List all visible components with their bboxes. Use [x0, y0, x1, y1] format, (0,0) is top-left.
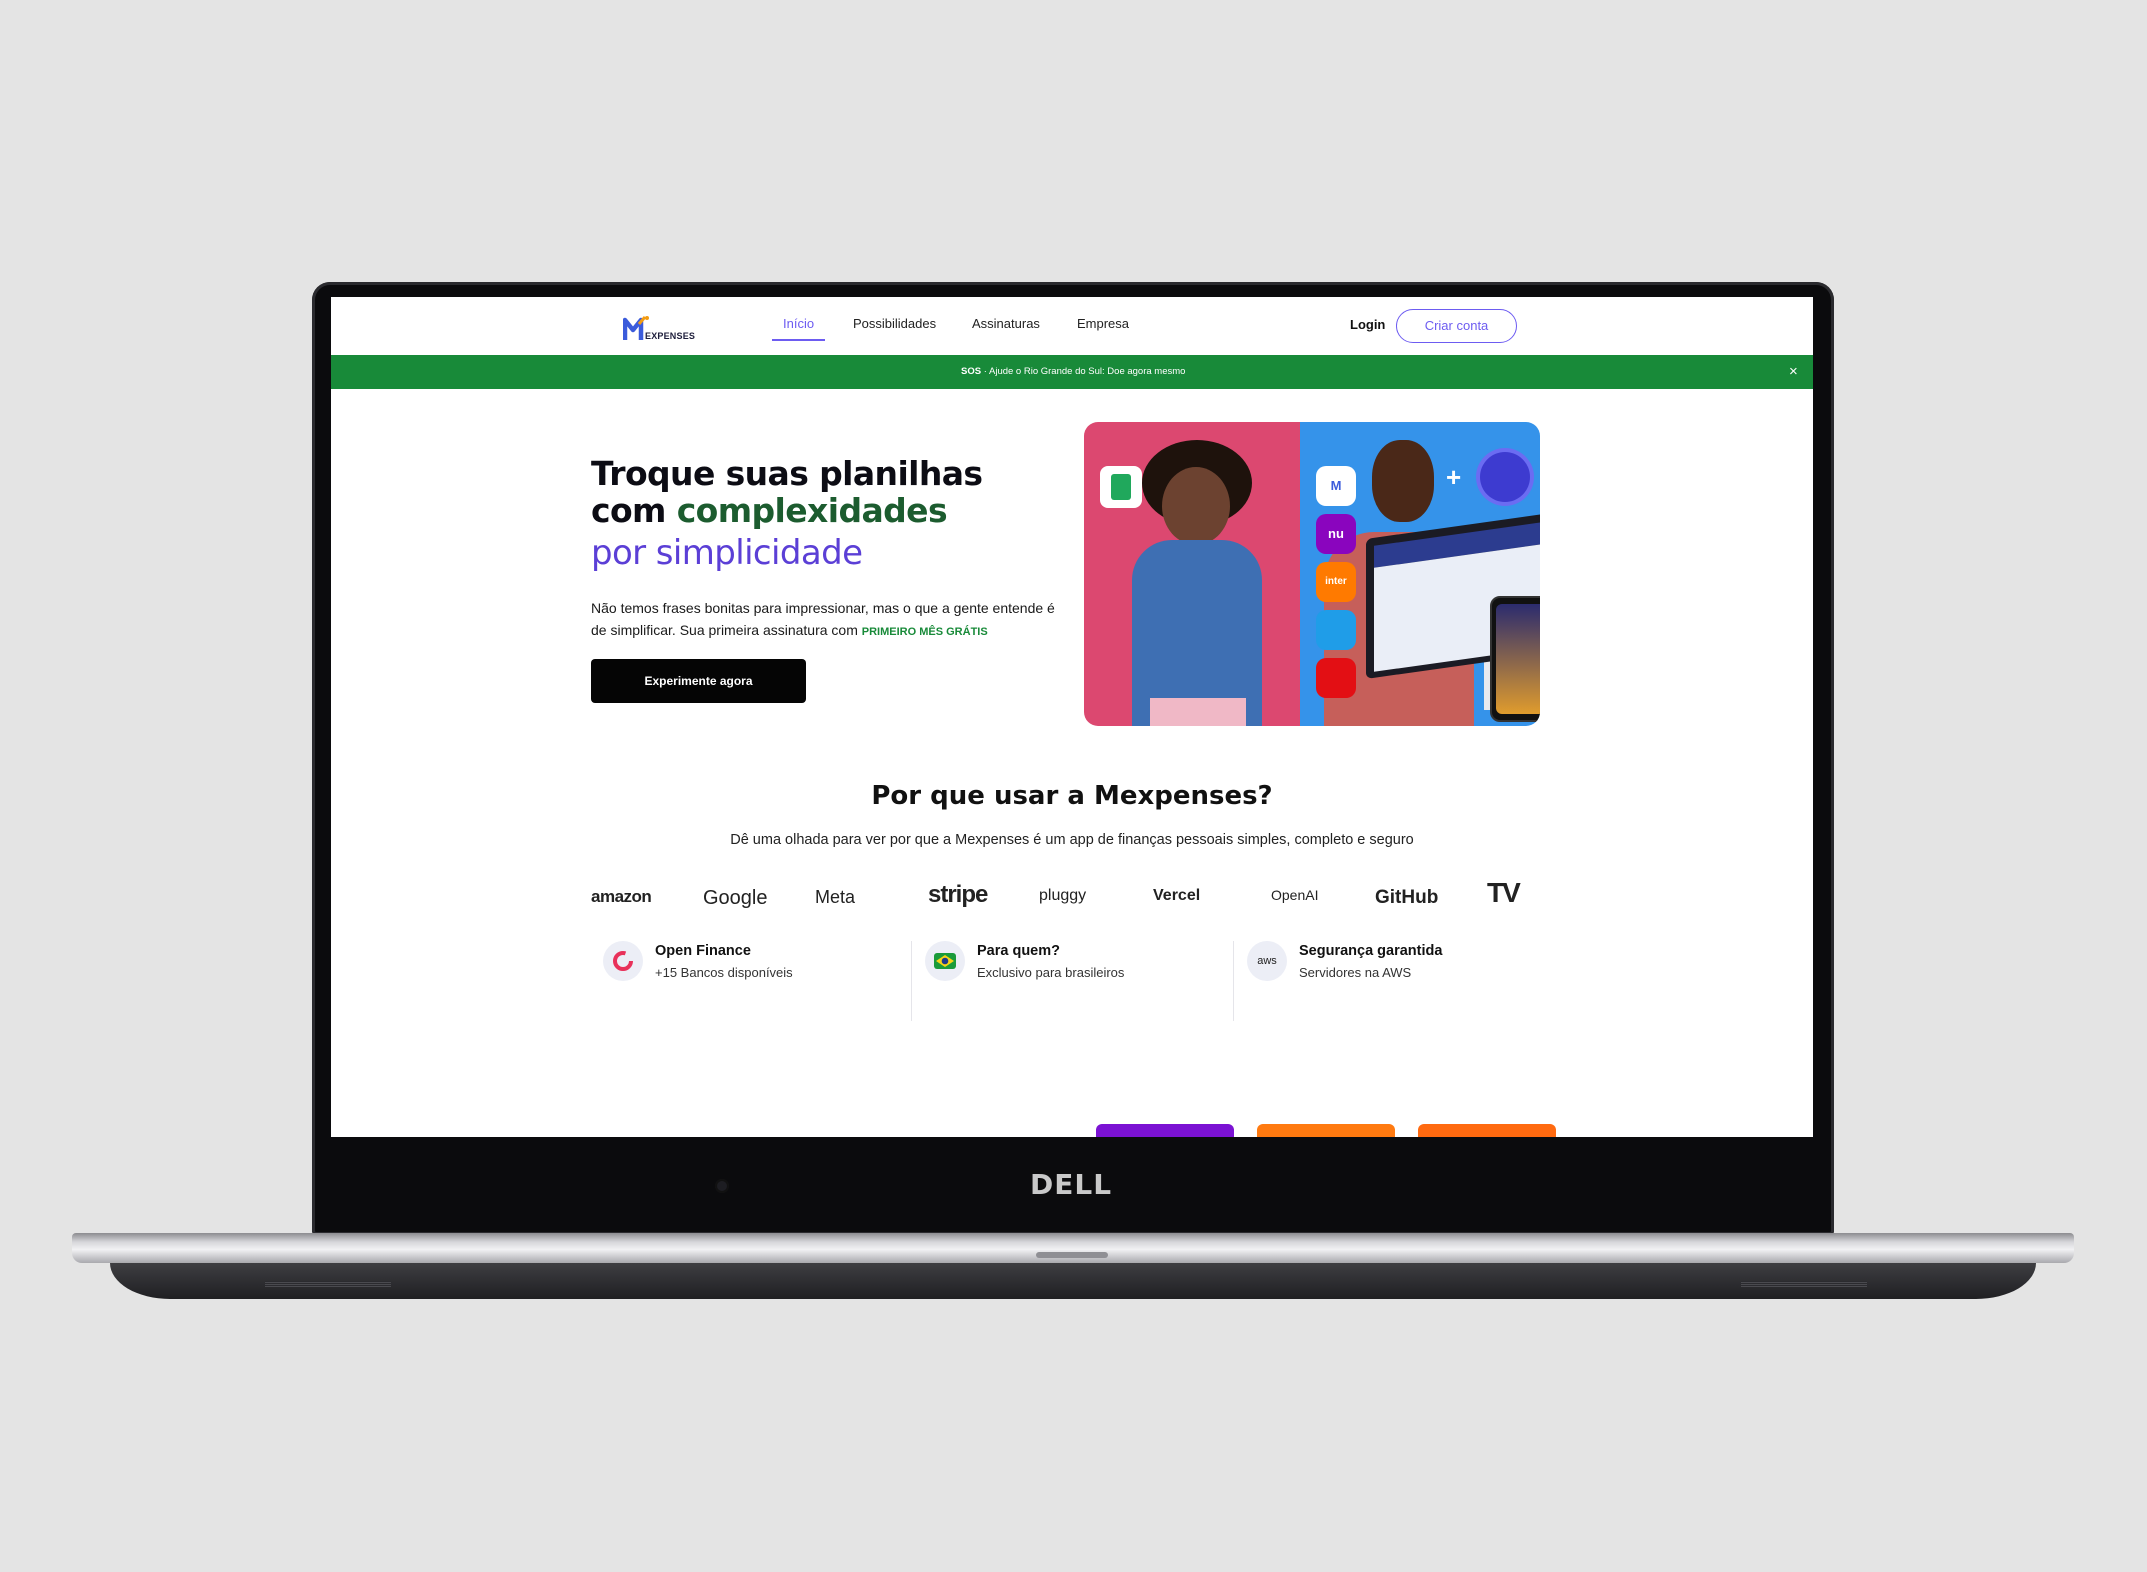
nav-inicio[interactable]: Início — [772, 317, 826, 341]
why-subtitle: Dê uma olhada para ver por que a Mexpens… — [730, 832, 1414, 848]
hero-subtitle: Não temos frases bonitas para impression… — [591, 597, 1061, 643]
feature-title: Para quem? — [977, 943, 1060, 959]
feature-desc: Exclusivo para brasileiros — [977, 965, 1125, 980]
close-icon[interactable]: × — [1789, 355, 1798, 389]
google-sheets-icon — [1100, 466, 1142, 508]
speaker-vent-right — [1741, 1281, 1867, 1287]
hero-heading-line1: Troque suas planilhas — [591, 454, 983, 493]
free-month-highlight: PRIMEIRO MÊS GRÁTIS — [861, 626, 988, 638]
dell-logo: DELL — [1030, 1168, 1113, 1201]
aws-icon: aws — [1247, 941, 1287, 981]
github-logo: GitHub — [1375, 887, 1439, 908]
nav-assinaturas[interactable]: Assinaturas — [972, 317, 1040, 341]
mexpenses-logo[interactable]: EXPENSES — [623, 314, 703, 346]
sos-link[interactable]: SOS · Ajude o Rio Grande do Sul: Doe ago… — [961, 355, 1185, 389]
card-peek-orange — [1257, 1124, 1395, 1137]
site-header: EXPENSES Início Possibilidades Assinatur… — [331, 297, 1813, 355]
hero-heading-line2: com complexidades — [591, 491, 948, 530]
meta-logo: Meta — [815, 887, 856, 907]
laptop-base — [72, 1233, 2074, 1263]
card-peek-orange-2 — [1418, 1124, 1556, 1137]
sos-banner: SOS · Ajude o Rio Grande do Sul: Doe ago… — [331, 355, 1813, 389]
feature-desc: Servidores na AWS — [1299, 965, 1412, 980]
openai-logo: OpenAI — [1271, 887, 1319, 903]
lid-notch — [1036, 1252, 1108, 1258]
feature-open-finance: Open Finance +15 Bancos disponíveis — [603, 941, 925, 1021]
speaker-vent-left — [265, 1281, 391, 1287]
divider — [1233, 941, 1234, 1021]
sad-woman-face — [1162, 467, 1230, 545]
card-peek-purple — [1096, 1124, 1234, 1137]
open-finance-icon — [603, 941, 643, 981]
sos-text: Ajude o Rio Grande do Sul: Doe agora mes… — [989, 366, 1186, 377]
nav-empresa[interactable]: Empresa — [1077, 317, 1129, 341]
hero-heading-line3: por simplicidade — [591, 533, 863, 573]
login-link[interactable]: Login — [1350, 317, 1385, 332]
divider — [911, 941, 912, 1021]
google-logo: Google — [703, 887, 768, 909]
feature-title: Open Finance — [655, 943, 751, 959]
brazil-flag-icon — [925, 941, 965, 981]
inter-app-icon: inter — [1316, 562, 1356, 602]
feature-para-quem: Para quem? Exclusivo para brasileiros — [925, 941, 1247, 1021]
webcam — [715, 1179, 729, 1193]
signup-button[interactable]: Criar conta — [1396, 309, 1517, 343]
phone-illustration — [1490, 596, 1540, 722]
happy-man-face — [1372, 440, 1434, 522]
feature-desc: +15 Bancos disponíveis — [655, 965, 793, 980]
tradingview-logo: TV — [1487, 877, 1521, 908]
hero-heading-com: com — [591, 491, 677, 530]
nav-possibilidades[interactable]: Possibilidades — [853, 317, 936, 341]
sad-woman-pants — [1150, 698, 1246, 726]
hero-heading-complexidades: complexidades — [676, 491, 948, 530]
hero-image: M nu inter + — [1084, 422, 1540, 726]
sos-tag: SOS — [961, 366, 982, 377]
try-now-button[interactable]: Experimente agora — [591, 659, 806, 703]
vercel-logo: Vercel — [1153, 887, 1201, 904]
coin-icon — [1480, 452, 1530, 502]
amazon-logo: amazon — [591, 887, 652, 906]
feature-title: Segurança garantida — [1299, 943, 1443, 959]
santander-app-icon — [1316, 658, 1356, 698]
why-title: Por que usar a Mexpenses? — [871, 781, 1273, 811]
pluggy-logo: pluggy — [1039, 887, 1087, 904]
plus-icon: + — [1446, 462, 1462, 492]
logo-text: EXPENSES — [645, 331, 696, 341]
screen: EXPENSES Início Possibilidades Assinatur… — [331, 297, 1813, 1137]
stripe-logo: stripe — [928, 881, 988, 908]
sos-separator: · — [983, 366, 987, 377]
feature-seguranca: aws Segurança garantida Servidores na AW… — [1247, 941, 1569, 1021]
mexpenses-app-icon: M — [1316, 466, 1356, 506]
mercadopago-app-icon — [1316, 610, 1356, 650]
nubank-app-icon: nu — [1316, 514, 1356, 554]
